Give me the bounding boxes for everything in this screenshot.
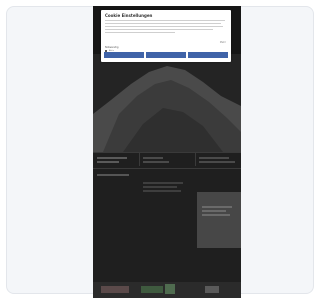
text-line	[202, 206, 232, 208]
column-divider	[195, 152, 196, 166]
hero-image	[93, 54, 241, 152]
text-line	[199, 157, 229, 159]
sponsor-logos	[101, 284, 219, 294]
dialog-text-line	[105, 29, 213, 30]
dialog-text-line	[105, 23, 221, 24]
info-box	[197, 192, 241, 248]
text-line	[202, 210, 226, 212]
column-divider	[139, 152, 140, 166]
more-info-link[interactable]: Mehr	[220, 41, 226, 44]
text-line	[143, 157, 163, 159]
text-line	[143, 190, 181, 192]
footer-sponsors	[93, 282, 241, 298]
mountain-photo	[93, 54, 241, 152]
dialog-text-line	[105, 32, 175, 33]
text-line	[143, 186, 177, 188]
cookie-dialog-title: Cookie Einstellungen	[105, 13, 153, 18]
text-line	[143, 182, 183, 184]
dialog-text-line	[105, 20, 225, 21]
section-divider	[93, 168, 241, 169]
text-line	[97, 157, 127, 159]
cookie-button-1[interactable]	[104, 52, 144, 58]
text-line	[199, 161, 235, 163]
text-line	[97, 174, 129, 176]
section-divider	[93, 152, 241, 153]
text-line	[97, 161, 119, 163]
cookie-button-2[interactable]	[146, 52, 186, 58]
cookie-button-3[interactable]	[188, 52, 228, 58]
dialog-text-line	[105, 26, 223, 27]
text-line	[143, 161, 169, 163]
text-line	[202, 214, 230, 216]
